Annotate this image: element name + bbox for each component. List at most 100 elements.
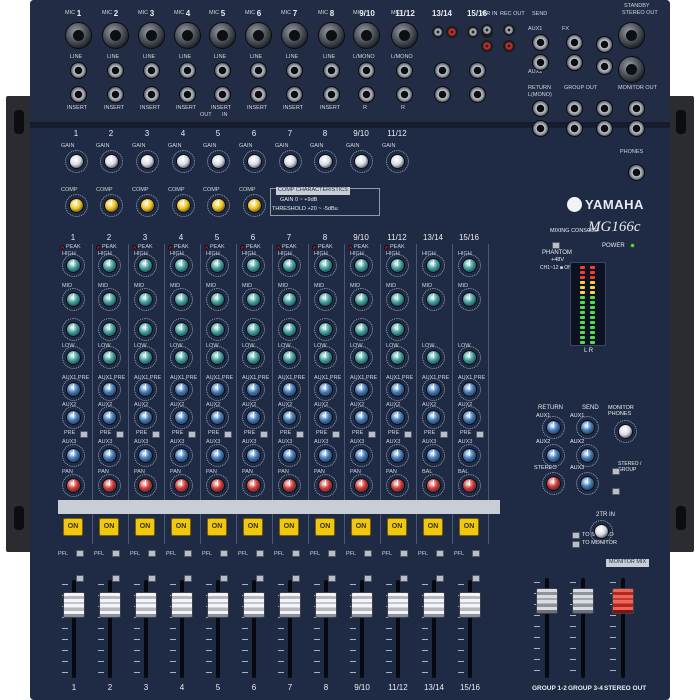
aux3-send-knob[interactable] <box>462 448 477 463</box>
return-level-knob[interactable] <box>546 448 561 463</box>
channel-on-button[interactable]: ON <box>99 518 119 536</box>
aux2-pre-switch[interactable] <box>80 431 88 438</box>
eq-high-knob[interactable] <box>102 258 117 273</box>
gain-knob[interactable] <box>104 154 119 169</box>
pfl-switch[interactable] <box>292 550 300 557</box>
output-jack[interactable] <box>596 100 613 117</box>
stereo-rca-input[interactable] <box>432 26 444 38</box>
aux2-pre-switch[interactable] <box>116 431 124 438</box>
line-input-r-jack[interactable] <box>358 86 375 103</box>
line-input-jack[interactable] <box>214 62 231 79</box>
pfl-switch[interactable] <box>76 550 84 557</box>
aux2-send-knob[interactable] <box>318 410 333 425</box>
output-jack[interactable] <box>532 54 549 71</box>
channel-fader[interactable] <box>99 592 121 618</box>
channel-on-button[interactable]: ON <box>279 518 299 536</box>
aux3-send-knob[interactable] <box>426 448 441 463</box>
st-assign-switch[interactable] <box>76 575 84 582</box>
aux2-pre-switch[interactable] <box>224 431 232 438</box>
line-input-jack[interactable] <box>179 62 196 79</box>
channel-on-button[interactable]: ON <box>351 518 371 536</box>
eq-mid-freq-knob[interactable] <box>102 322 117 337</box>
aux3-send-knob[interactable] <box>138 448 153 463</box>
channel-on-button[interactable]: ON <box>207 518 227 536</box>
eq-high-knob[interactable] <box>282 258 297 273</box>
st-assign-switch[interactable] <box>112 575 120 582</box>
pfl-switch[interactable] <box>472 550 480 557</box>
channel-on-button[interactable]: ON <box>387 518 407 536</box>
aux2-send-knob[interactable] <box>210 410 225 425</box>
aux1-send-knob[interactable] <box>462 382 477 397</box>
eq-low-knob[interactable] <box>246 350 261 365</box>
aux2-pre-switch[interactable] <box>404 431 412 438</box>
pan-knob[interactable] <box>390 478 405 493</box>
eq-mid-freq-knob[interactable] <box>66 322 81 337</box>
aux2-send-knob[interactable] <box>138 410 153 425</box>
eq-high-knob[interactable] <box>390 258 405 273</box>
comp-knob[interactable] <box>104 198 119 213</box>
eq-low-knob[interactable] <box>426 350 441 365</box>
st-assign-switch[interactable] <box>256 575 264 582</box>
mic-input-xlr[interactable] <box>174 22 201 49</box>
mic-input-xlr[interactable] <box>65 22 92 49</box>
aux3-send-knob[interactable] <box>66 448 81 463</box>
balance-knob[interactable] <box>426 478 441 493</box>
return-level-knob[interactable] <box>546 420 561 435</box>
aux3-send-knob[interactable] <box>390 448 405 463</box>
mic-input-xlr[interactable] <box>353 22 380 49</box>
aux2-pre-switch[interactable] <box>368 431 376 438</box>
to-stereo-switch[interactable] <box>572 532 580 539</box>
channel-on-button[interactable]: ON <box>459 518 479 536</box>
st-assign-switch[interactable] <box>328 575 336 582</box>
pfl-switch[interactable] <box>112 550 120 557</box>
channel-fader[interactable] <box>243 592 265 618</box>
stereo-out-fader[interactable] <box>612 588 634 614</box>
eq-mid-freq-knob[interactable] <box>210 322 225 337</box>
aux3-send-knob[interactable] <box>174 448 189 463</box>
aux2-send-knob[interactable] <box>462 410 477 425</box>
mic-input-xlr[interactable] <box>245 22 272 49</box>
eq-high-knob[interactable] <box>354 258 369 273</box>
gain-knob[interactable] <box>354 154 369 169</box>
gain-knob[interactable] <box>318 154 333 169</box>
output-jack[interactable] <box>596 120 613 137</box>
aux2-send-knob[interactable] <box>354 410 369 425</box>
output-jack[interactable] <box>532 100 549 117</box>
eq-low-knob[interactable] <box>66 350 81 365</box>
stereo-line-r-jack[interactable] <box>469 86 486 103</box>
insert-jack[interactable] <box>323 86 340 103</box>
aux3-send-knob[interactable] <box>102 448 117 463</box>
pfl-switch[interactable] <box>148 550 156 557</box>
aux3-send-knob[interactable] <box>354 448 369 463</box>
aux1-send-knob[interactable] <box>138 382 153 397</box>
eq-mid-knob[interactable] <box>174 292 189 307</box>
st-assign-switch[interactable] <box>220 575 228 582</box>
monitor-select-switch[interactable] <box>612 488 620 495</box>
aux2-send-knob[interactable] <box>426 410 441 425</box>
pan-knob[interactable] <box>138 478 153 493</box>
insert-jack[interactable] <box>107 86 124 103</box>
stereo-line-l-jack[interactable] <box>469 62 486 79</box>
eq-mid-knob[interactable] <box>210 292 225 307</box>
aux2-pre-switch[interactable] <box>152 431 160 438</box>
line-input-jack[interactable] <box>396 62 413 79</box>
channel-fader[interactable] <box>171 592 193 618</box>
stereo-line-r-jack[interactable] <box>434 86 451 103</box>
mic-input-xlr[interactable] <box>391 22 418 49</box>
channel-fader[interactable] <box>279 592 301 618</box>
channel-fader[interactable] <box>135 592 157 618</box>
channel-fader[interactable] <box>387 592 409 618</box>
eq-mid-knob[interactable] <box>282 292 297 307</box>
eq-low-knob[interactable] <box>390 350 405 365</box>
group-12-fader[interactable] <box>536 588 558 614</box>
eq-mid-knob[interactable] <box>462 292 477 307</box>
aux1-send-knob[interactable] <box>282 382 297 397</box>
gain-knob[interactable] <box>140 154 155 169</box>
eq-low-knob[interactable] <box>138 350 153 365</box>
rec-out-rca-r[interactable] <box>503 40 515 52</box>
eq-mid-freq-knob[interactable] <box>282 322 297 337</box>
st-assign-switch[interactable] <box>148 575 156 582</box>
channel-on-button[interactable]: ON <box>423 518 443 536</box>
eq-low-knob[interactable] <box>318 350 333 365</box>
comp-knob[interactable] <box>211 198 226 213</box>
